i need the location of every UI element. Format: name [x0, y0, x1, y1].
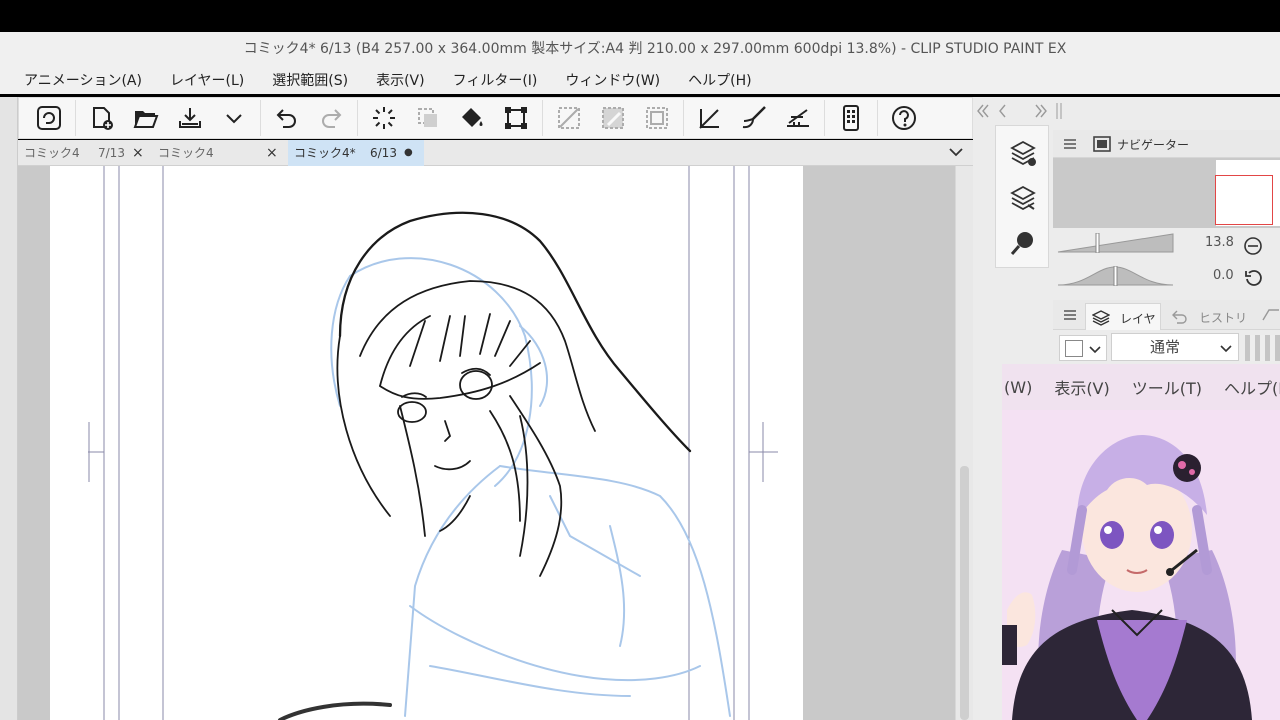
tab-label: コミック4* [294, 146, 356, 160]
new-file-icon[interactable] [87, 103, 117, 133]
zoom-out-icon[interactable] [1243, 236, 1263, 256]
layer-color-swatch [1065, 340, 1083, 357]
menu-layer[interactable]: レイヤー(L) [170, 70, 244, 90]
panel-dock-header [973, 97, 1280, 125]
chevron-down-icon [1220, 345, 1232, 353]
panel-menu-icon[interactable] [1063, 308, 1077, 322]
layer-search-icon[interactable] [1008, 183, 1038, 213]
smartphone-icon[interactable] [836, 103, 866, 133]
zoom-slider[interactable] [1057, 233, 1174, 253]
character-avatar [1002, 410, 1280, 720]
brush-icon[interactable] [739, 103, 769, 133]
menu-animation[interactable]: アニメーション(A) [24, 70, 142, 90]
tab-layer[interactable]: レイヤー [1085, 303, 1161, 343]
tab-close-icon[interactable]: × [266, 140, 278, 166]
toolbar-separator [260, 100, 261, 136]
menu-help[interactable]: ヘルプ(H) [688, 70, 751, 90]
overlay-menu-view[interactable]: 表示(V) [1054, 375, 1109, 399]
navigator-header: ナビゲーター [1053, 130, 1280, 158]
scrollbar-thumb[interactable] [960, 466, 969, 720]
blend-mode-select[interactable]: 通常 [1111, 333, 1239, 361]
title-bar: コミック4* 6/13 (B4 257.00 x 364.00mm 製本サイズ:… [0, 32, 1280, 66]
clear-outside-icon[interactable] [598, 103, 628, 133]
layer-color-dropdown[interactable] [1059, 335, 1107, 361]
blend-mode-value: 通常 [1150, 338, 1181, 356]
command-bar [18, 97, 973, 139]
left-panel-strip[interactable] [0, 97, 18, 720]
menu-view[interactable]: 表示(V) [376, 70, 425, 90]
menu-selection[interactable]: 選択範囲(S) [272, 70, 348, 90]
help-icon[interactable] [889, 103, 919, 133]
clip-studio-icon[interactable] [34, 103, 64, 133]
tab-document-2[interactable]: コミック4 × [152, 140, 288, 166]
rotation-value[interactable]: 0.0 [1213, 268, 1234, 283]
navigator-icon [1093, 136, 1111, 152]
panel-overflow-icon[interactable] [1261, 308, 1280, 322]
menu-window[interactable]: ウィンドウ(W) [565, 70, 660, 90]
screen-top-border [0, 0, 1280, 32]
transform-icon[interactable] [501, 103, 531, 133]
navigator-title[interactable]: ナビゲーター [1117, 136, 1189, 153]
toolbar-separator [357, 100, 358, 136]
layer-properties-icon[interactable] [1008, 138, 1038, 168]
tab-history[interactable]: ヒストリー [1165, 303, 1255, 342]
fill-icon[interactable] [457, 103, 487, 133]
toolbar-separator [542, 100, 543, 136]
undo-icon[interactable] [272, 103, 302, 133]
tab-label: コミック4 [158, 146, 214, 160]
tab-label: コミック4 [24, 146, 80, 160]
reset-rotation-icon[interactable] [1243, 268, 1263, 288]
panel-menu-icon[interactable] [1063, 137, 1077, 151]
save-icon[interactable] [175, 103, 205, 133]
tab-modified-dot-icon[interactable]: ● [404, 140, 413, 166]
zoom-value[interactable]: 13.8 [1205, 235, 1234, 250]
layer-panel-header: レイヤー ヒストリー [1053, 300, 1280, 343]
canvas-vertical-scrollbar[interactable] [955, 166, 973, 720]
rotate-slider[interactable] [1057, 266, 1174, 286]
auto-action-icon[interactable] [1008, 228, 1038, 258]
tab-page: 7/13 [98, 146, 125, 160]
tab-list-chevron-icon[interactable] [946, 142, 966, 162]
loading-icon[interactable] [369, 103, 399, 133]
chevron-down-icon [1089, 346, 1101, 354]
overlay-menu-tool[interactable]: ツール(T) [1132, 375, 1202, 399]
selection-icon[interactable] [413, 103, 443, 133]
window-title: コミック4* 6/13 (B4 257.00 x 364.00mm 製本サイズ:… [243, 41, 1067, 57]
overlay-menu-window[interactable]: (W) [1004, 378, 1032, 397]
panel-icon-column [995, 125, 1049, 268]
tab-document-1[interactable]: コミック4 7/13 × [18, 140, 152, 166]
toolbar-separator [824, 100, 825, 136]
sketch-drawing [88, 166, 778, 720]
menu-filter[interactable]: フィルター(I) [453, 70, 538, 90]
tab-page: 6/13 [370, 146, 397, 160]
canvas-area[interactable] [18, 166, 973, 720]
perspective-ruler-icon[interactable] [783, 103, 813, 133]
clip-studio-window: コミック4* 6/13 (B4 257.00 x 364.00mm 製本サイズ:… [0, 0, 1280, 720]
tab-document-3-active[interactable]: コミック4* 6/13 ● [288, 140, 424, 166]
save-dropdown-icon[interactable] [219, 103, 249, 133]
toolbar-separator [877, 100, 878, 136]
deselect-icon[interactable] [642, 103, 672, 133]
tab-close-icon[interactable]: × [132, 140, 144, 166]
open-file-icon[interactable] [131, 103, 161, 133]
toolbar-separator [75, 100, 76, 136]
redo-icon[interactable] [316, 103, 346, 133]
canvas-page[interactable] [50, 166, 803, 720]
document-tab-bar: コミック4 7/13 × コミック4 × コミック4* 6/13 ● [18, 140, 973, 166]
dock-collapse-arrows-icon[interactable] [973, 97, 1280, 125]
history-icon [1172, 310, 1187, 324]
menu-bar: アニメーション(A) レイヤー(L) 選択範囲(S) 表示(V) フィルター(I… [0, 66, 1280, 94]
transparency-icon[interactable] [1245, 335, 1280, 361]
overlay-menu-help[interactable]: ヘルプ(H [1224, 375, 1280, 399]
navigator-view-frame[interactable] [1215, 175, 1273, 225]
toolbar-separator [683, 100, 684, 136]
navigator-preview[interactable] [1053, 158, 1280, 228]
ruler-pen-icon[interactable] [695, 103, 725, 133]
overlay-window: (W) 表示(V) ツール(T) ヘルプ(H [1002, 364, 1280, 720]
layer-icon [1092, 310, 1110, 326]
overlay-menu-bar: (W) 表示(V) ツール(T) ヘルプ(H [1002, 364, 1280, 410]
clear-icon[interactable] [554, 103, 584, 133]
